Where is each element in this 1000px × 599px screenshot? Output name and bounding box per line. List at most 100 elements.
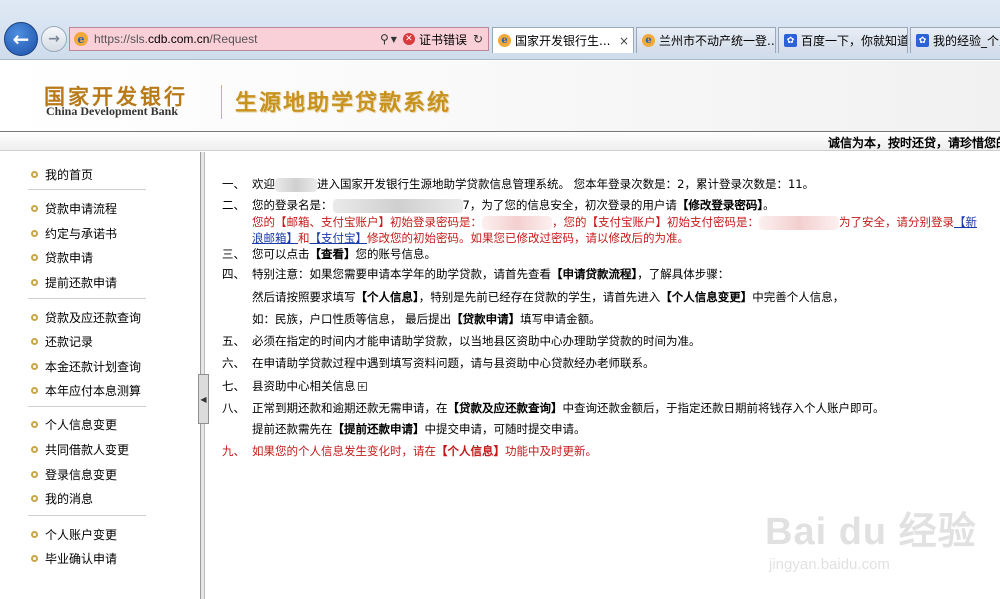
notice-2-passwords: 您的【邮箱、支付宝账户】初始登录密码是： ，您的【支付宝账户】初始支付密码是： 为了…: [252, 215, 977, 230]
bullet-icon: [31, 253, 38, 261]
sidebar-divider: [28, 515, 146, 516]
tab-jingyan[interactable]: ✿ 我的经验_个人: [910, 27, 1000, 53]
bank-logo-en: China Development Bank: [46, 104, 179, 118]
loan-process-link[interactable]: 【申请贷款流程】: [551, 267, 637, 281]
tab-label: 我的经验_个人: [933, 34, 1000, 48]
sidebar-item-label: 登录信息变更: [45, 467, 118, 482]
redacted-login-name: [332, 198, 463, 213]
back-button[interactable]: ←: [4, 22, 38, 56]
bullet-icon: [31, 554, 38, 562]
prepay-apply-link[interactable]: 【提前还款申请】: [333, 422, 425, 436]
refresh-icon[interactable]: ↻: [473, 32, 483, 46]
sidebar-item-repay-records[interactable]: 还款记录: [31, 332, 93, 350]
notice-1: 一、 欢迎 进入国家开发银行生源地助学贷款信息管理系统。 您本年登录次数是：2，累计…: [222, 177, 815, 192]
collapse-sidebar-button[interactable]: ◀: [198, 374, 209, 424]
sidebar-item-prepay-apply[interactable]: 提前还款申请: [31, 273, 117, 291]
change-login-password-link[interactable]: 【修改登录密码】: [677, 198, 763, 212]
slogan-text: 诚信为本，按时还贷，请珍惜您的: [828, 136, 1000, 150]
forward-button[interactable]: →: [41, 26, 67, 52]
cert-error-icon[interactable]: ✕: [402, 33, 415, 45]
sidebar-item-account-change[interactable]: 个人账户变更: [31, 525, 117, 543]
tab-baidu[interactable]: ✿ 百度一下，你就知道: [778, 27, 908, 53]
bullet-icon: [31, 386, 38, 394]
browser-toolbar: ← → e https://sls.cdb.com.cn/Request ⚲ ▼…: [0, 0, 1000, 60]
baidu-jingyan-watermark: Bai du 经验 jingyan.baidu.com: [765, 500, 995, 595]
redacted-password: [482, 215, 552, 230]
personal-info-update-link[interactable]: 【个人信息】: [436, 444, 505, 458]
sidebar-item-loan-query[interactable]: 贷款及应还款查询: [31, 308, 141, 326]
sidebar-item-label: 共同借款人变更: [45, 442, 130, 457]
close-icon[interactable]: ×: [619, 34, 629, 48]
bullet-icon: [31, 278, 38, 286]
tab-cdb[interactable]: e 国家开发银行生... ×: [492, 27, 634, 53]
bullet-icon: [31, 170, 38, 178]
bullet-icon: [31, 420, 38, 428]
notice-3: 三、 您可以点击【查看】您的账号信息。: [222, 247, 436, 261]
notice-2-change: 浪邮箱】和【支付宝】修改您的初始密码。如果您已修改过密码，请以修改后的为准。: [252, 231, 689, 245]
arrow-left-icon: ←: [12, 27, 30, 51]
bullet-icon: [31, 337, 38, 345]
notice-4-apply: 如：民族，户口性质等信息， 最后提出【贷款申请】填写申请金额。: [252, 312, 601, 326]
bullet-icon: [31, 470, 38, 478]
sidebar-item-loan-apply[interactable]: 贷款申请: [31, 248, 93, 266]
notice-5: 五、 必须在指定的时间内才能申请助学贷款，以当地县区资助中心办理助学贷款的时间为准…: [222, 334, 701, 348]
watermark-url: jingyan.baidu.com: [769, 556, 890, 573]
bullet-icon: [31, 362, 38, 370]
sidebar-item-repay-plan[interactable]: 本金还款计划查询: [31, 357, 141, 375]
tab-label: 国家开发银行生...: [515, 34, 611, 48]
arrow-right-icon: →: [48, 31, 60, 47]
sidebar-item-label: 贷款申请: [45, 250, 94, 265]
page-header: 国家开发银行 China Development Bank 生源地助学贷款系统: [0, 61, 1000, 131]
chevron-down-icon[interactable]: ▼: [391, 35, 397, 44]
ie-page-icon: e: [498, 34, 511, 47]
sidebar-item-co-borrower[interactable]: 共同借款人变更: [31, 440, 129, 458]
view-account-link[interactable]: 【查看】: [310, 247, 356, 261]
bullet-icon: [31, 494, 38, 502]
notice-8-prepay: 提前还款需先在【提前还款申请】中提交申请，可随时提交申请。: [252, 422, 586, 436]
expand-plus-icon[interactable]: +: [357, 382, 367, 391]
tab-label: 兰州市不动产统一登...: [659, 34, 775, 48]
sidebar-item-home[interactable]: 我的首页: [31, 165, 93, 183]
cert-error-label[interactable]: 证书错误: [419, 31, 467, 48]
sidebar-item-login-info[interactable]: 登录信息变更: [31, 465, 117, 483]
sidebar-item-personal-info[interactable]: 个人信息变更: [31, 415, 117, 433]
personal-info-change-link[interactable]: 【个人信息变更】: [660, 290, 752, 304]
sidebar-item-agreement[interactable]: 约定与承诺书: [31, 224, 117, 242]
redacted-name: [275, 177, 317, 192]
notice-7: 七、 县资助中心相关信息 +: [222, 379, 367, 393]
notice-9: 九、 如果您的个人信息发生变化时，请在【个人信息】功能中及时更新。: [222, 444, 597, 458]
address-bar[interactable]: e https://sls.cdb.com.cn/Request ⚲ ▼ ✕ 证…: [69, 27, 489, 51]
sidebar-item-graduation[interactable]: 毕业确认申请: [31, 549, 117, 567]
loan-apply-link[interactable]: 【贷款申请】: [451, 312, 520, 326]
sidebar-divider: [28, 189, 146, 190]
sidebar-divider: [28, 406, 146, 407]
bullet-icon: [31, 204, 38, 212]
sidebar-item-label: 个人信息变更: [45, 417, 118, 432]
sidebar-item-label: 毕业确认申请: [45, 551, 118, 566]
notice-6: 六、 在申请助学贷款过程中遇到填写资料问题，请与县资助中心贷款经办老师联系。: [222, 356, 655, 370]
tab-label: 百度一下，你就知道: [801, 34, 907, 48]
system-title: 生源地助学贷款系统: [235, 91, 452, 116]
sidebar-item-messages[interactable]: 我的消息: [31, 489, 93, 507]
sina-mail-link[interactable]: 【新: [954, 215, 977, 229]
sidebar: 我的首页 贷款申请流程 约定与承诺书 贷款申请 提前还款申请 贷款及应还款查询 …: [0, 152, 200, 599]
ie-page-icon: e: [74, 32, 88, 46]
header-divider: [221, 85, 222, 119]
alipay-link[interactable]: 【支付宝】: [310, 231, 368, 245]
sina-mail-link-cont[interactable]: 浪邮箱】: [252, 231, 298, 245]
loan-query-link[interactable]: 【贷款及应还款查询】: [448, 401, 563, 415]
bullet-icon: [31, 445, 38, 453]
ie-page-icon: e: [642, 34, 655, 47]
sidebar-item-interest-calc[interactable]: 本年应付本息测算: [31, 381, 141, 399]
slogan-bar: 诚信为本，按时还贷，请珍惜您的: [0, 131, 1000, 151]
search-icon[interactable]: ⚲: [380, 32, 389, 46]
url-text[interactable]: https://sls.cdb.com.cn/Request: [94, 32, 374, 46]
sidebar-item-loan-process[interactable]: 贷款申请流程: [31, 199, 117, 217]
bullet-icon: [31, 313, 38, 321]
personal-info-link[interactable]: 【个人信息】: [356, 290, 419, 304]
bullet-icon: [31, 229, 38, 237]
sidebar-item-label: 本年应付本息测算: [45, 383, 142, 398]
tab-lanzhou[interactable]: e 兰州市不动产统一登...: [636, 27, 776, 53]
sidebar-item-label: 约定与承诺书: [45, 226, 118, 241]
notice-4-steps: 然后请按照要求填写【个人信息】，特别是先前已经存在贷款的学生，请首先进入【个人信…: [252, 290, 845, 304]
